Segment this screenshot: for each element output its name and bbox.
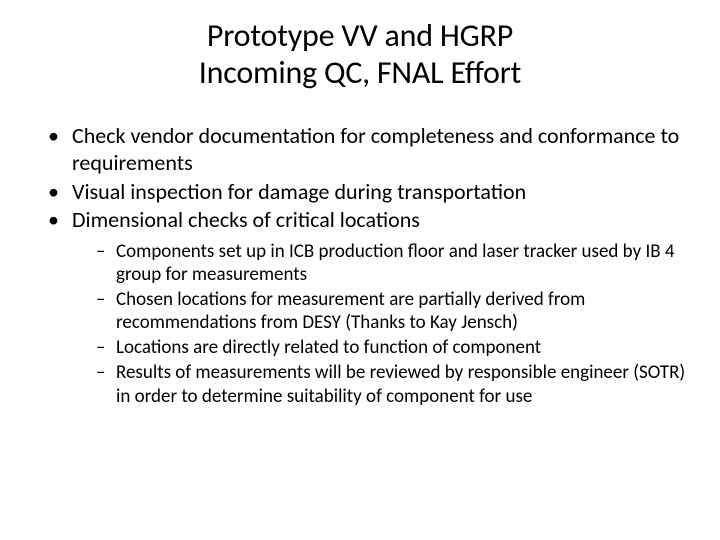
bullet-item: Dimensional checks of critical locations… [44, 206, 690, 408]
sub-bullet-text: Components set up in ICB production floo… [116, 240, 675, 286]
sub-bullet-text: Results of measurements will be reviewed… [116, 361, 685, 407]
sub-bullet-list: Components set up in ICB production floo… [72, 240, 690, 408]
main-bullet-list: Check vendor documentation for completen… [30, 122, 690, 408]
sub-bullet-text: Locations are directly related to functi… [116, 336, 541, 359]
sub-bullet-item: Results of measurements will be reviewed… [96, 361, 690, 407]
bullet-text: Visual inspection for damage during tran… [72, 178, 526, 205]
sub-bullet-text: Chosen locations for measurement are par… [116, 288, 585, 334]
bullet-text: Check vendor documentation for completen… [72, 122, 679, 177]
bullet-item: Check vendor documentation for completen… [44, 122, 690, 177]
bullet-text: Dimensional checks of critical locations [72, 206, 420, 233]
title-line-2: Incoming QC, FNAL Effort [199, 53, 521, 92]
sub-bullet-item: Components set up in ICB production floo… [96, 240, 690, 286]
slide-title: Prototype VV and HGRP Incoming QC, FNAL … [30, 18, 690, 92]
title-line-1: Prototype VV and HGRP [207, 16, 513, 55]
bullet-item: Visual inspection for damage during tran… [44, 178, 690, 206]
sub-bullet-item: Locations are directly related to functi… [96, 336, 690, 359]
sub-bullet-item: Chosen locations for measurement are par… [96, 288, 690, 334]
